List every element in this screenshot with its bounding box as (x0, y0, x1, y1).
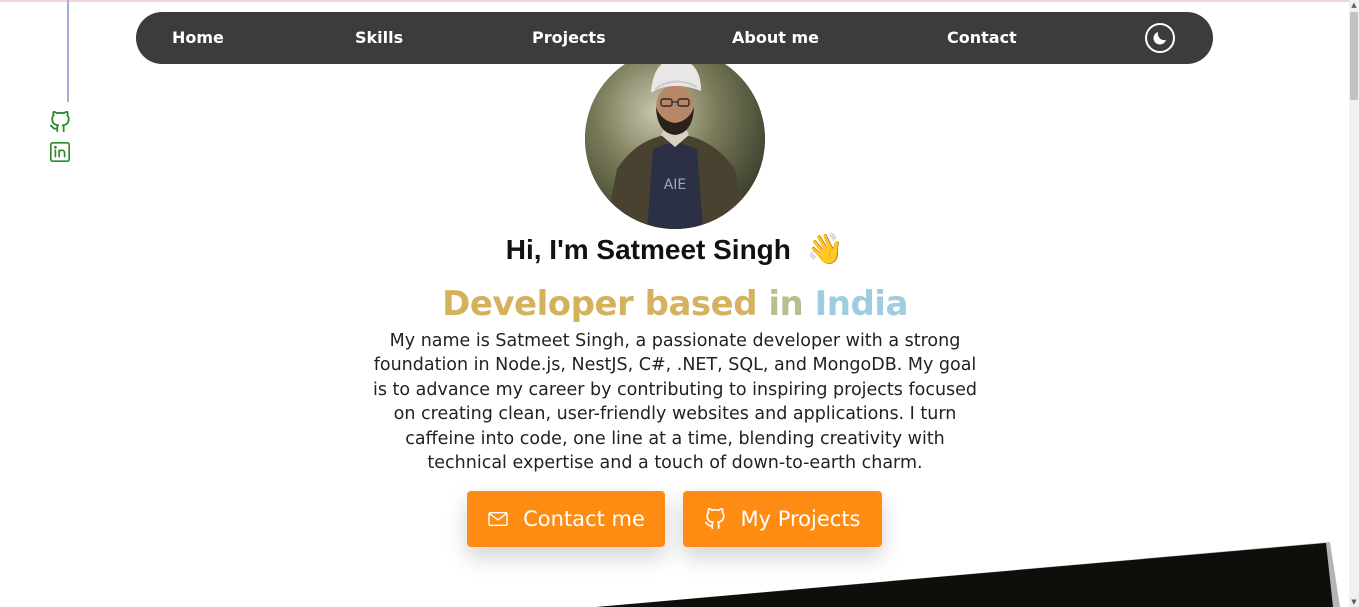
theme-toggle-button[interactable] (1145, 23, 1175, 53)
svg-text:AIE: AIE (664, 177, 687, 193)
nav-item-skills[interactable]: Skills (355, 12, 403, 64)
nav-item-projects[interactable]: Projects (532, 12, 606, 64)
nav-item-contact[interactable]: Contact (947, 12, 1017, 64)
vertical-scrollbar[interactable]: ▲ ▼ (1349, 0, 1359, 607)
moon-icon (1153, 32, 1166, 45)
scroll-down-arrow-icon[interactable]: ▼ (1349, 597, 1359, 607)
nav-item-about[interactable]: About me (732, 12, 819, 64)
top-nav: Home Skills Projects About me Contact (136, 12, 1213, 64)
scroll-up-arrow-icon[interactable]: ▲ (1349, 0, 1359, 10)
profile-photo: AIE (585, 49, 765, 229)
nav-item-home[interactable]: Home (172, 12, 224, 64)
scroll-thumb[interactable] (1350, 12, 1358, 100)
profile-avatar: AIE (585, 49, 765, 229)
